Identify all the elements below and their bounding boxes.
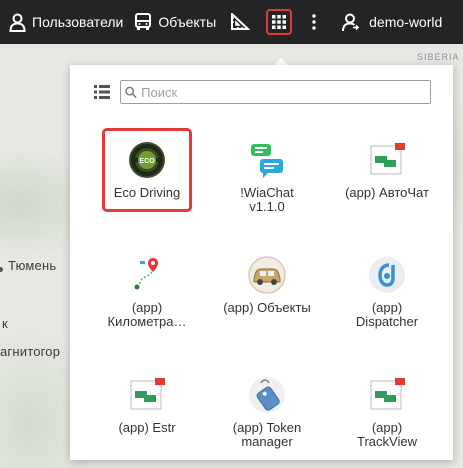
top-navigation-bar: Пользователи Объекты demo-world [0,0,463,44]
generic-app-icon [367,140,407,180]
app-tile-wiachat[interactable]: !WiaChat v1.1.0 [222,128,312,214]
app-tile-trackview[interactable]: (app) TrackView [342,363,432,449]
app-tile-kilometrazh[interactable]: (app) Километра… [102,243,192,329]
app-name: (app) Token manager [232,420,302,449]
map-label-k: к [2,316,8,331]
units-menu-label: Объекты [158,14,217,30]
apps-menu-button[interactable] [266,0,293,44]
vertical-dots-icon [312,14,316,30]
apps-search-row [94,79,431,105]
route-pin-icon [127,255,167,295]
token-tag-icon [247,375,287,415]
app-name: (app) Километра… [107,300,187,329]
apps-panel: ECO Eco Driving !WiaChat v1.1.0 [70,65,453,460]
users-menu[interactable]: Пользователи [9,0,123,44]
app-tile-eco-driving[interactable]: ECO Eco Driving [102,128,192,212]
users-menu-label: Пользователи [32,14,124,30]
account-label: demo-world [369,14,443,30]
map-label-siberia: SIBERIA [417,52,460,62]
app-name: (app) Dispatcher [355,300,419,329]
search-icon [125,86,137,98]
app-name: (app) TrackView [357,420,417,449]
app-name: (app) АвтоЧат [345,185,429,200]
generic-app-icon [367,375,407,415]
measure-tool-button[interactable] [230,0,251,44]
apps-search-box[interactable] [120,80,431,104]
map-label-magnitogorsk: агнитогор [0,344,61,359]
user-switch-icon [342,13,360,31]
app-name: Eco Driving [113,185,181,200]
user-icon [9,13,26,32]
app-name: (app) Estr [118,420,176,435]
grid-apps-icon [272,15,287,29]
eco-driving-icon: ECO [127,140,167,180]
account-menu[interactable]: demo-world [342,0,442,44]
generic-app-icon [127,375,167,415]
ruler-triangle-icon [231,13,251,30]
more-menu-button[interactable] [312,0,316,44]
list-view-icon[interactable] [94,85,110,99]
chat-bubbles-icon [247,140,287,180]
app-tile-estr[interactable]: (app) Estr [102,363,192,447]
map-label-tyumen: Тюмень [8,258,57,273]
app-tile-avtochat[interactable]: (app) АвтоЧат [342,128,432,212]
map-city-dot [0,267,3,272]
app-name: !WiaChat v1.1.0 [240,185,294,214]
app-tile-obekty[interactable]: (app) Объекты [222,243,312,327]
dispatcher-icon [367,255,407,295]
svg-text:ECO: ECO [139,158,155,165]
app-tile-dispatcher[interactable]: (app) Dispatcher [342,243,432,329]
units-menu[interactable]: Объекты [134,0,216,44]
apps-button-frame [266,9,293,35]
app-tile-token-manager[interactable]: (app) Token manager [222,363,312,449]
apps-search-input[interactable] [137,84,430,100]
car-icon [247,255,287,295]
app-name: (app) Объекты [223,300,311,315]
bus-icon [135,13,152,30]
